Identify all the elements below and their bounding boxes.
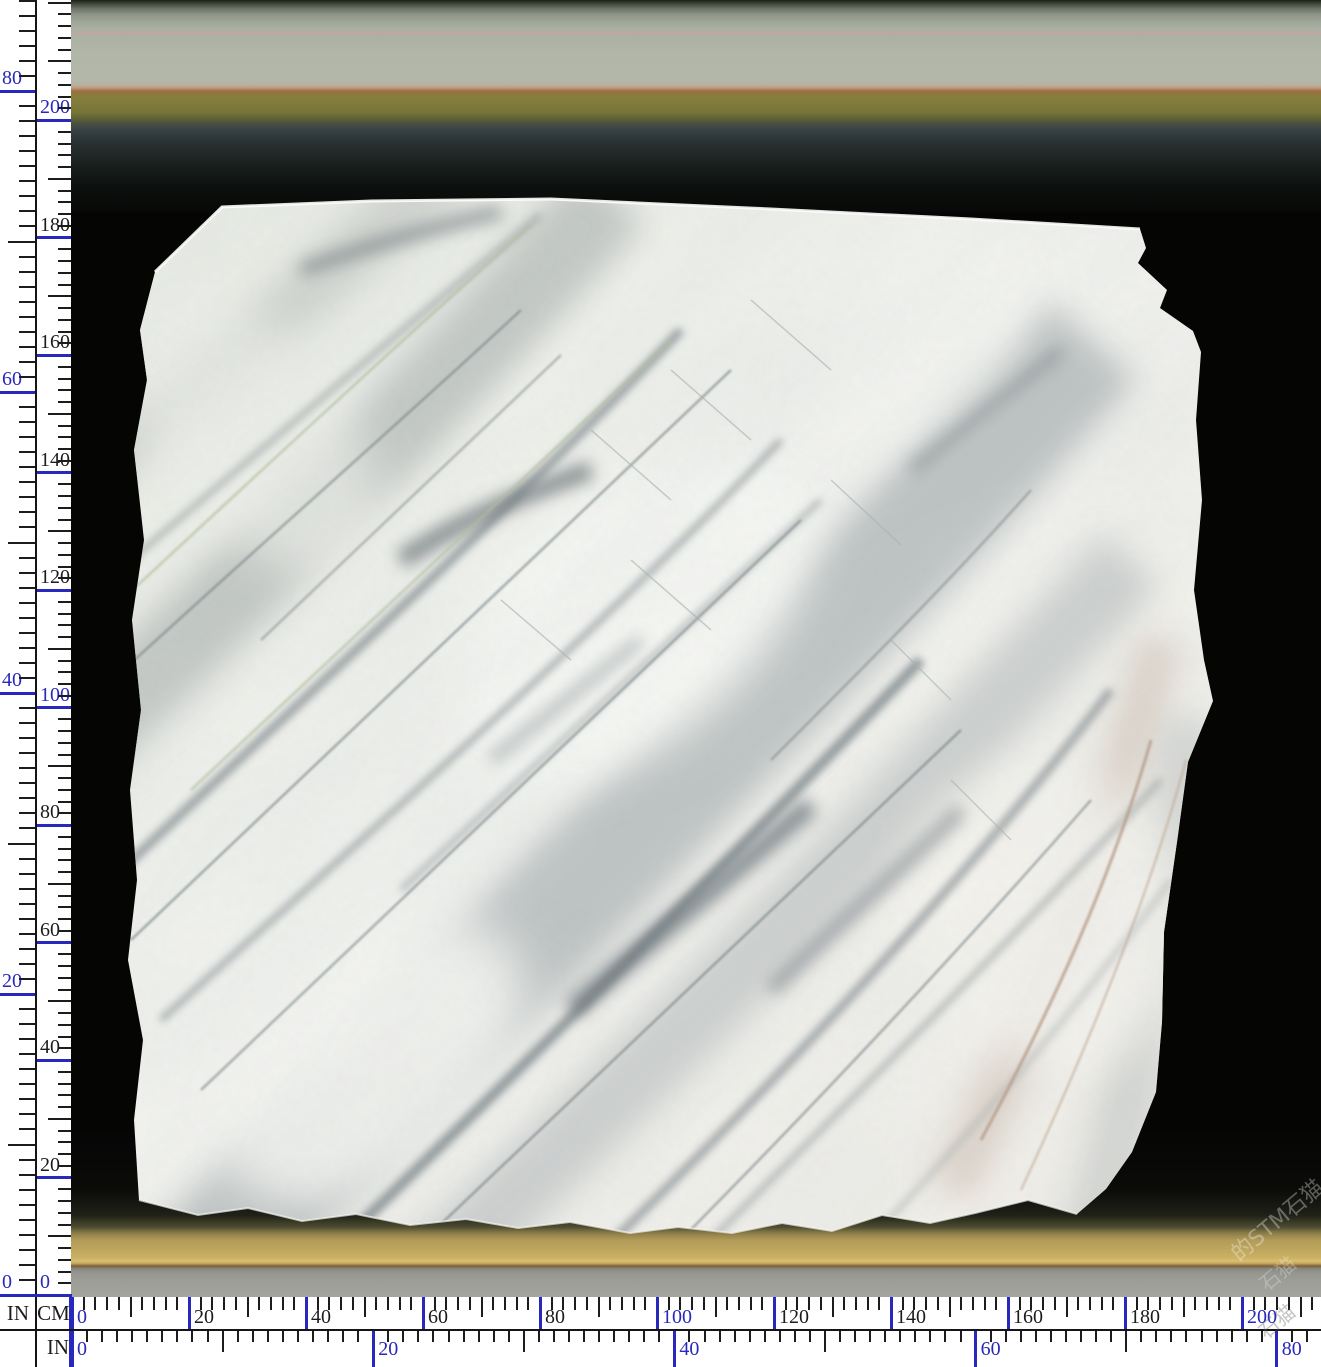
ruler-tick: [824, 1330, 826, 1352]
ruler-tick: [779, 1330, 781, 1342]
bottom-rulers-divider: [0, 1329, 1321, 1331]
ruler-tick: [568, 1330, 570, 1342]
ruler-tick: [176, 1330, 178, 1342]
ruler-tick: [101, 1330, 103, 1342]
ruler-tick: [704, 1330, 706, 1342]
ruler-tick: [1201, 1330, 1203, 1342]
ruler-major-line: [372, 1330, 375, 1367]
ruler-tick: [628, 1330, 630, 1342]
ruler-tick: [538, 1330, 540, 1342]
ruler-tick: [583, 1330, 585, 1342]
ruler-tick: [1216, 1330, 1218, 1342]
ruler-tick: [1065, 1330, 1067, 1342]
ruler-major-line: [974, 1330, 977, 1367]
ruler-tick: [869, 1330, 871, 1342]
ruler-tick: [960, 1330, 962, 1342]
corner-label-in-row1: IN: [0, 1297, 36, 1330]
ruler-tick: [1005, 1330, 1007, 1342]
ruler-tick: [116, 1330, 118, 1342]
corner-top-border: [0, 1294, 71, 1297]
ruler-tick: [1291, 1330, 1293, 1342]
ruler-tick: [688, 1330, 690, 1342]
ruler-tick: [794, 1330, 796, 1342]
ruler-tick: [1125, 1330, 1127, 1352]
ruler-tick: [929, 1330, 931, 1342]
ruler-tick: [1261, 1330, 1263, 1342]
ruler-tick: [1140, 1330, 1142, 1342]
ruler-tick: [1035, 1330, 1037, 1342]
ruler-tick: [252, 1330, 254, 1342]
ruler-tick: [643, 1330, 645, 1342]
ruler-tick: [327, 1330, 329, 1342]
ruler-tick: [749, 1330, 751, 1342]
ruler-divider-vertical: [35, 0, 37, 1367]
ruler-tick: [1020, 1330, 1022, 1342]
ruler-tick: [1231, 1330, 1233, 1342]
ruler-tick: [1170, 1330, 1172, 1342]
ruler-tick: [387, 1330, 389, 1342]
ruler-tick: [222, 1330, 224, 1352]
ruler-tick: [1095, 1330, 1097, 1342]
ruler-tick: [1080, 1330, 1082, 1342]
ruler-tick: [598, 1330, 600, 1342]
ruler-tick: [658, 1330, 660, 1342]
ruler-tick: [914, 1330, 916, 1342]
ruler-tick: [282, 1330, 284, 1342]
ruler-tick: [734, 1330, 736, 1342]
ruler-tick: [1246, 1330, 1248, 1342]
ruler-major-line: [673, 1330, 676, 1367]
ruler-tick: [463, 1330, 465, 1342]
ruler-major-line: [1275, 1330, 1278, 1367]
ruler-tick: [312, 1330, 314, 1342]
ruler-tick: [839, 1330, 841, 1342]
ruler-tick: [161, 1330, 163, 1342]
ruler-tick: [357, 1330, 359, 1342]
ruler-tick: [478, 1330, 480, 1342]
stone-slab-scan-page: 的STM石猫 石猫 020406080 02040608010012014016…: [0, 0, 1321, 1367]
ruler-tick: [899, 1330, 901, 1342]
ruler-tick: [402, 1330, 404, 1342]
corner-label-cm-row1: CM: [36, 1297, 71, 1330]
ruler-tick: [944, 1330, 946, 1342]
ruler-tick: [854, 1330, 856, 1342]
ruler-tick: [267, 1330, 269, 1342]
ruler-tick: [448, 1330, 450, 1342]
ruler-tick: [990, 1330, 992, 1342]
corner-label-in-row2: IN: [36, 1330, 69, 1364]
ruler-tick: [207, 1330, 209, 1342]
ruler-tick: [417, 1330, 419, 1342]
ruler-tick: [1050, 1330, 1052, 1342]
ruler-tick: [523, 1330, 525, 1352]
ruler-tick: [146, 1330, 148, 1342]
ruler-tick: [297, 1330, 299, 1342]
ruler-tick: [719, 1330, 721, 1342]
ruler-tick: [1185, 1330, 1187, 1342]
ruler-tick: [884, 1330, 886, 1342]
ruler-tick: [613, 1330, 615, 1342]
ruler-tick: [237, 1330, 239, 1342]
ruler-tick: [342, 1330, 344, 1342]
ruler-tick: [1110, 1330, 1112, 1342]
ruler-tick: [493, 1330, 495, 1342]
ruler-tick: [86, 1330, 88, 1342]
ruler-bottom-inches: 020406080: [0, 0, 1321, 1367]
ruler-tick: [553, 1330, 555, 1342]
ruler-tick: [1306, 1330, 1308, 1342]
ruler-tick: [1155, 1330, 1157, 1342]
ruler-tick: [809, 1330, 811, 1342]
ruler-tick: [191, 1330, 193, 1342]
ruler-tick: [508, 1330, 510, 1342]
ruler-tick: [432, 1330, 434, 1342]
ruler-tick: [764, 1330, 766, 1342]
ruler-tick: [131, 1330, 133, 1342]
